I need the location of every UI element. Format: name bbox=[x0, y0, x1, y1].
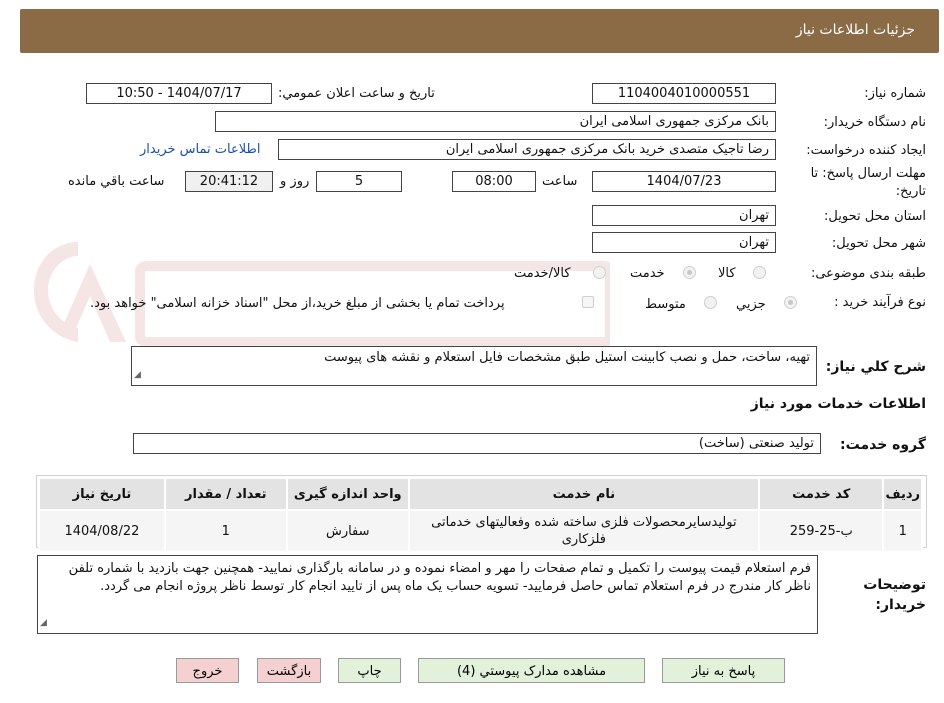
requester-label: ايجاد کننده درخواست: bbox=[806, 143, 926, 158]
category-option-service: خدمت bbox=[630, 266, 665, 281]
announce-label: تاریخ و ساعت اعلان عمومي: bbox=[278, 86, 435, 101]
description-label: شرح کلي نياز: bbox=[825, 359, 926, 375]
province-field: تهران bbox=[592, 205, 776, 226]
cell-row: 1 bbox=[882, 509, 923, 553]
resize-grip-icon[interactable]: ◢ bbox=[40, 614, 47, 632]
cell-date: 1404/08/22 bbox=[38, 509, 166, 553]
days-field: 5 bbox=[316, 171, 402, 192]
need-number-field: 1104004010000551 bbox=[592, 83, 776, 104]
category-option-goods: کالا bbox=[718, 266, 736, 281]
category-radio-service[interactable] bbox=[683, 266, 696, 279]
buyer-notes-label: توضيحات bbox=[863, 577, 926, 593]
table-row: 1 ب-25-259 تولیدسایرمحصولات فلزی ساخته ش… bbox=[38, 509, 923, 553]
time-label: ساعت bbox=[542, 174, 578, 189]
table-header-row: رديف کد خدمت نام خدمت واحد اندازه گيری ت… bbox=[38, 477, 923, 511]
contact-link[interactable]: اطلاعات تماس خريدار bbox=[140, 142, 260, 157]
print-button[interactable]: چاپ bbox=[338, 658, 401, 683]
deadline-label-2: تاريخ: bbox=[895, 184, 926, 199]
process-option-minor: جزيي bbox=[736, 297, 766, 312]
cell-qty: 1 bbox=[163, 509, 288, 553]
attachments-button[interactable]: مشاهده مدارک پيوستي (4) bbox=[418, 658, 645, 683]
cell-unit: سفارش bbox=[285, 509, 410, 553]
category-label: طبقه بندی موضوعی: bbox=[810, 266, 926, 281]
deadline-time-field: 08:00 bbox=[452, 171, 536, 192]
process-radio-medium[interactable] bbox=[704, 296, 717, 309]
col-unit: واحد اندازه گيری bbox=[285, 477, 410, 511]
exit-button[interactable]: خروج bbox=[176, 658, 239, 683]
process-label: نوع فرآيند خريد : bbox=[834, 295, 926, 310]
process-radio-minor[interactable] bbox=[784, 296, 797, 309]
services-table: رديف کد خدمت نام خدمت واحد اندازه گيری ت… bbox=[38, 477, 923, 553]
announce-field: 1404/07/17 - 10:50 bbox=[86, 83, 272, 104]
city-label: شهر محل تحویل: bbox=[831, 236, 926, 251]
buyer-notes-field: فرم استعلام قیمت پیوست را تکمیل و تمام ص… bbox=[37, 555, 818, 634]
services-section-title: اطلاعات خدمات مورد نياز bbox=[750, 396, 926, 412]
payment-note: پرداخت تمام يا بخشی از مبلغ خريد،از محل … bbox=[90, 296, 505, 311]
buyer-org-label: نام دستگاه خريدار: bbox=[823, 115, 926, 130]
buyer-notes-text: فرم استعلام قیمت پیوست را تکمیل و تمام ص… bbox=[68, 561, 811, 594]
remaining-label: ساعت باقي مانده bbox=[68, 174, 165, 189]
remaining-time-field: 20:41:12 bbox=[185, 171, 273, 192]
col-row: رديف bbox=[882, 477, 923, 511]
province-label: استان محل تحویل: bbox=[824, 209, 926, 224]
page-title: جزئیات اطلاعات نیاز bbox=[795, 22, 915, 38]
treasury-checkbox[interactable] bbox=[582, 296, 594, 308]
deadline-label: مهلت ارسال پاسخ: تا bbox=[810, 166, 926, 181]
service-group-label: گروه خدمت: bbox=[840, 437, 926, 453]
service-group-field: تولید صنعتی (ساخت) bbox=[133, 433, 821, 454]
process-option-medium: متوسط bbox=[645, 297, 686, 312]
cell-name: تولیدسایرمحصولات فلزی ساخته شده وفعالیته… bbox=[407, 509, 760, 553]
deadline-date-field: 1404/07/23 bbox=[592, 171, 776, 192]
need-number-label: شماره نیاز: bbox=[864, 86, 926, 101]
buyer-org-field: بانک مرکزی جمهوری اسلامی ایران bbox=[215, 111, 776, 132]
buyer-notes-label-2: خريدار: bbox=[875, 597, 926, 613]
resize-grip-icon[interactable]: ◢ bbox=[134, 366, 141, 384]
cell-code: ب-25-259 bbox=[757, 509, 885, 553]
back-button[interactable]: بازگشت bbox=[257, 658, 321, 683]
days-label: روز و bbox=[280, 174, 310, 189]
category-radio-goods[interactable] bbox=[753, 266, 766, 279]
col-name: نام خدمت bbox=[407, 477, 760, 511]
description-field: تهیه، ساخت، حمل و نصب کابینت استیل طبق م… bbox=[131, 346, 817, 386]
col-code: کد خدمت bbox=[757, 477, 885, 511]
reply-button[interactable]: پاسخ به نياز bbox=[662, 658, 785, 683]
category-option-goods-service: کالا/خدمت bbox=[514, 266, 571, 281]
col-qty: تعداد / مقدار bbox=[163, 477, 288, 511]
requester-field: رضا تاجیک متصدی خرید بانک مرکزی جمهوری ا… bbox=[278, 139, 776, 160]
watermark-logo bbox=[34, 242, 610, 347]
city-field: تهران bbox=[592, 232, 776, 253]
page-header: جزئیات اطلاعات نیاز bbox=[20, 9, 939, 53]
category-radio-goods-service[interactable] bbox=[593, 266, 606, 279]
description-text: تهیه، ساخت، حمل و نصب کابینت استیل طبق م… bbox=[324, 350, 810, 365]
col-date: تاريخ نياز bbox=[38, 477, 166, 511]
